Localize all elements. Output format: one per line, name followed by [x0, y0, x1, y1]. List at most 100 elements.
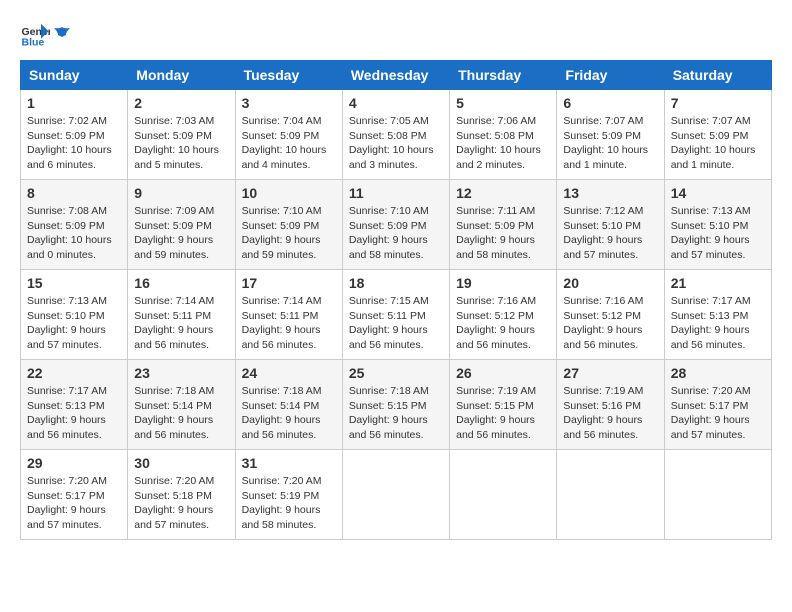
day-info: Sunrise: 7:20 AM Sunset: 5:17 PM Dayligh…	[671, 384, 765, 443]
day-number: 10	[242, 185, 336, 201]
week-row-3: 22 Sunrise: 7:17 AM Sunset: 5:13 PM Dayl…	[21, 360, 772, 450]
day-number: 25	[349, 365, 443, 381]
week-row-0: 1 Sunrise: 7:02 AM Sunset: 5:09 PM Dayli…	[21, 90, 772, 180]
day-info: Sunrise: 7:09 AM Sunset: 5:09 PM Dayligh…	[134, 204, 228, 263]
calendar-cell: 27 Sunrise: 7:19 AM Sunset: 5:16 PM Dayl…	[557, 360, 664, 450]
week-row-2: 15 Sunrise: 7:13 AM Sunset: 5:10 PM Dayl…	[21, 270, 772, 360]
day-number: 13	[563, 185, 657, 201]
header-monday: Monday	[128, 61, 235, 90]
calendar-cell: 25 Sunrise: 7:18 AM Sunset: 5:15 PM Dayl…	[342, 360, 449, 450]
calendar-cell: 21 Sunrise: 7:17 AM Sunset: 5:13 PM Dayl…	[664, 270, 771, 360]
calendar-cell: 5 Sunrise: 7:06 AM Sunset: 5:08 PM Dayli…	[450, 90, 557, 180]
day-info: Sunrise: 7:16 AM Sunset: 5:12 PM Dayligh…	[563, 294, 657, 353]
calendar-cell: 8 Sunrise: 7:08 AM Sunset: 5:09 PM Dayli…	[21, 180, 128, 270]
calendar-cell: 15 Sunrise: 7:13 AM Sunset: 5:10 PM Dayl…	[21, 270, 128, 360]
day-info: Sunrise: 7:14 AM Sunset: 5:11 PM Dayligh…	[242, 294, 336, 353]
calendar-cell: 30 Sunrise: 7:20 AM Sunset: 5:18 PM Dayl…	[128, 450, 235, 540]
calendar-cell: 29 Sunrise: 7:20 AM Sunset: 5:17 PM Dayl…	[21, 450, 128, 540]
calendar-table: SundayMondayTuesdayWednesdayThursdayFrid…	[20, 60, 772, 540]
header-tuesday: Tuesday	[235, 61, 342, 90]
day-number: 21	[671, 275, 765, 291]
day-info: Sunrise: 7:07 AM Sunset: 5:09 PM Dayligh…	[563, 114, 657, 173]
day-info: Sunrise: 7:11 AM Sunset: 5:09 PM Dayligh…	[456, 204, 550, 263]
day-number: 5	[456, 95, 550, 111]
week-row-4: 29 Sunrise: 7:20 AM Sunset: 5:17 PM Dayl…	[21, 450, 772, 540]
day-number: 18	[349, 275, 443, 291]
day-number: 31	[242, 455, 336, 471]
day-info: Sunrise: 7:20 AM Sunset: 5:17 PM Dayligh…	[27, 474, 121, 533]
day-info: Sunrise: 7:10 AM Sunset: 5:09 PM Dayligh…	[242, 204, 336, 263]
day-number: 6	[563, 95, 657, 111]
day-info: Sunrise: 7:05 AM Sunset: 5:08 PM Dayligh…	[349, 114, 443, 173]
header-thursday: Thursday	[450, 61, 557, 90]
day-number: 9	[134, 185, 228, 201]
day-number: 11	[349, 185, 443, 201]
calendar-cell: 14 Sunrise: 7:13 AM Sunset: 5:10 PM Dayl…	[664, 180, 771, 270]
calendar-cell: 6 Sunrise: 7:07 AM Sunset: 5:09 PM Dayli…	[557, 90, 664, 180]
calendar-cell	[557, 450, 664, 540]
day-info: Sunrise: 7:19 AM Sunset: 5:16 PM Dayligh…	[563, 384, 657, 443]
header-sunday: Sunday	[21, 61, 128, 90]
day-number: 26	[456, 365, 550, 381]
calendar-cell: 12 Sunrise: 7:11 AM Sunset: 5:09 PM Dayl…	[450, 180, 557, 270]
day-info: Sunrise: 7:16 AM Sunset: 5:12 PM Dayligh…	[456, 294, 550, 353]
day-info: Sunrise: 7:15 AM Sunset: 5:11 PM Dayligh…	[349, 294, 443, 353]
day-number: 24	[242, 365, 336, 381]
day-info: Sunrise: 7:18 AM Sunset: 5:15 PM Dayligh…	[349, 384, 443, 443]
svg-text:Blue: Blue	[22, 37, 45, 49]
logo-icon: General Blue	[20, 20, 50, 50]
calendar-body: 1 Sunrise: 7:02 AM Sunset: 5:09 PM Dayli…	[21, 90, 772, 540]
calendar-cell: 16 Sunrise: 7:14 AM Sunset: 5:11 PM Dayl…	[128, 270, 235, 360]
day-number: 2	[134, 95, 228, 111]
calendar-cell: 26 Sunrise: 7:19 AM Sunset: 5:15 PM Dayl…	[450, 360, 557, 450]
day-number: 27	[563, 365, 657, 381]
day-info: Sunrise: 7:13 AM Sunset: 5:10 PM Dayligh…	[671, 204, 765, 263]
day-number: 4	[349, 95, 443, 111]
day-info: Sunrise: 7:10 AM Sunset: 5:09 PM Dayligh…	[349, 204, 443, 263]
calendar-cell: 20 Sunrise: 7:16 AM Sunset: 5:12 PM Dayl…	[557, 270, 664, 360]
day-number: 3	[242, 95, 336, 111]
calendar-cell: 4 Sunrise: 7:05 AM Sunset: 5:08 PM Dayli…	[342, 90, 449, 180]
week-row-1: 8 Sunrise: 7:08 AM Sunset: 5:09 PM Dayli…	[21, 180, 772, 270]
header-wednesday: Wednesday	[342, 61, 449, 90]
day-number: 17	[242, 275, 336, 291]
calendar-cell: 23 Sunrise: 7:18 AM Sunset: 5:14 PM Dayl…	[128, 360, 235, 450]
calendar-cell	[664, 450, 771, 540]
calendar-cell: 9 Sunrise: 7:09 AM Sunset: 5:09 PM Dayli…	[128, 180, 235, 270]
day-number: 7	[671, 95, 765, 111]
calendar-cell	[342, 450, 449, 540]
calendar-cell: 19 Sunrise: 7:16 AM Sunset: 5:12 PM Dayl…	[450, 270, 557, 360]
calendar-cell: 22 Sunrise: 7:17 AM Sunset: 5:13 PM Dayl…	[21, 360, 128, 450]
day-number: 12	[456, 185, 550, 201]
day-info: Sunrise: 7:18 AM Sunset: 5:14 PM Dayligh…	[242, 384, 336, 443]
day-number: 29	[27, 455, 121, 471]
day-info: Sunrise: 7:19 AM Sunset: 5:15 PM Dayligh…	[456, 384, 550, 443]
header-friday: Friday	[557, 61, 664, 90]
calendar-cell: 17 Sunrise: 7:14 AM Sunset: 5:11 PM Dayl…	[235, 270, 342, 360]
day-number: 23	[134, 365, 228, 381]
header-saturday: Saturday	[664, 61, 771, 90]
day-info: Sunrise: 7:07 AM Sunset: 5:09 PM Dayligh…	[671, 114, 765, 173]
day-info: Sunrise: 7:17 AM Sunset: 5:13 PM Dayligh…	[671, 294, 765, 353]
logo: General Blue	[20, 20, 72, 50]
day-info: Sunrise: 7:20 AM Sunset: 5:19 PM Dayligh…	[242, 474, 336, 533]
calendar-cell: 24 Sunrise: 7:18 AM Sunset: 5:14 PM Dayl…	[235, 360, 342, 450]
calendar-cell: 13 Sunrise: 7:12 AM Sunset: 5:10 PM Dayl…	[557, 180, 664, 270]
day-number: 22	[27, 365, 121, 381]
day-info: Sunrise: 7:08 AM Sunset: 5:09 PM Dayligh…	[27, 204, 121, 263]
calendar-cell: 18 Sunrise: 7:15 AM Sunset: 5:11 PM Dayl…	[342, 270, 449, 360]
day-info: Sunrise: 7:17 AM Sunset: 5:13 PM Dayligh…	[27, 384, 121, 443]
calendar-cell: 3 Sunrise: 7:04 AM Sunset: 5:09 PM Dayli…	[235, 90, 342, 180]
day-number: 15	[27, 275, 121, 291]
day-info: Sunrise: 7:12 AM Sunset: 5:10 PM Dayligh…	[563, 204, 657, 263]
calendar-cell: 31 Sunrise: 7:20 AM Sunset: 5:19 PM Dayl…	[235, 450, 342, 540]
day-number: 20	[563, 275, 657, 291]
day-info: Sunrise: 7:20 AM Sunset: 5:18 PM Dayligh…	[134, 474, 228, 533]
day-info: Sunrise: 7:06 AM Sunset: 5:08 PM Dayligh…	[456, 114, 550, 173]
calendar-cell: 7 Sunrise: 7:07 AM Sunset: 5:09 PM Dayli…	[664, 90, 771, 180]
calendar-cell: 11 Sunrise: 7:10 AM Sunset: 5:09 PM Dayl…	[342, 180, 449, 270]
calendar-cell: 1 Sunrise: 7:02 AM Sunset: 5:09 PM Dayli…	[21, 90, 128, 180]
day-number: 8	[27, 185, 121, 201]
day-info: Sunrise: 7:04 AM Sunset: 5:09 PM Dayligh…	[242, 114, 336, 173]
day-info: Sunrise: 7:13 AM Sunset: 5:10 PM Dayligh…	[27, 294, 121, 353]
